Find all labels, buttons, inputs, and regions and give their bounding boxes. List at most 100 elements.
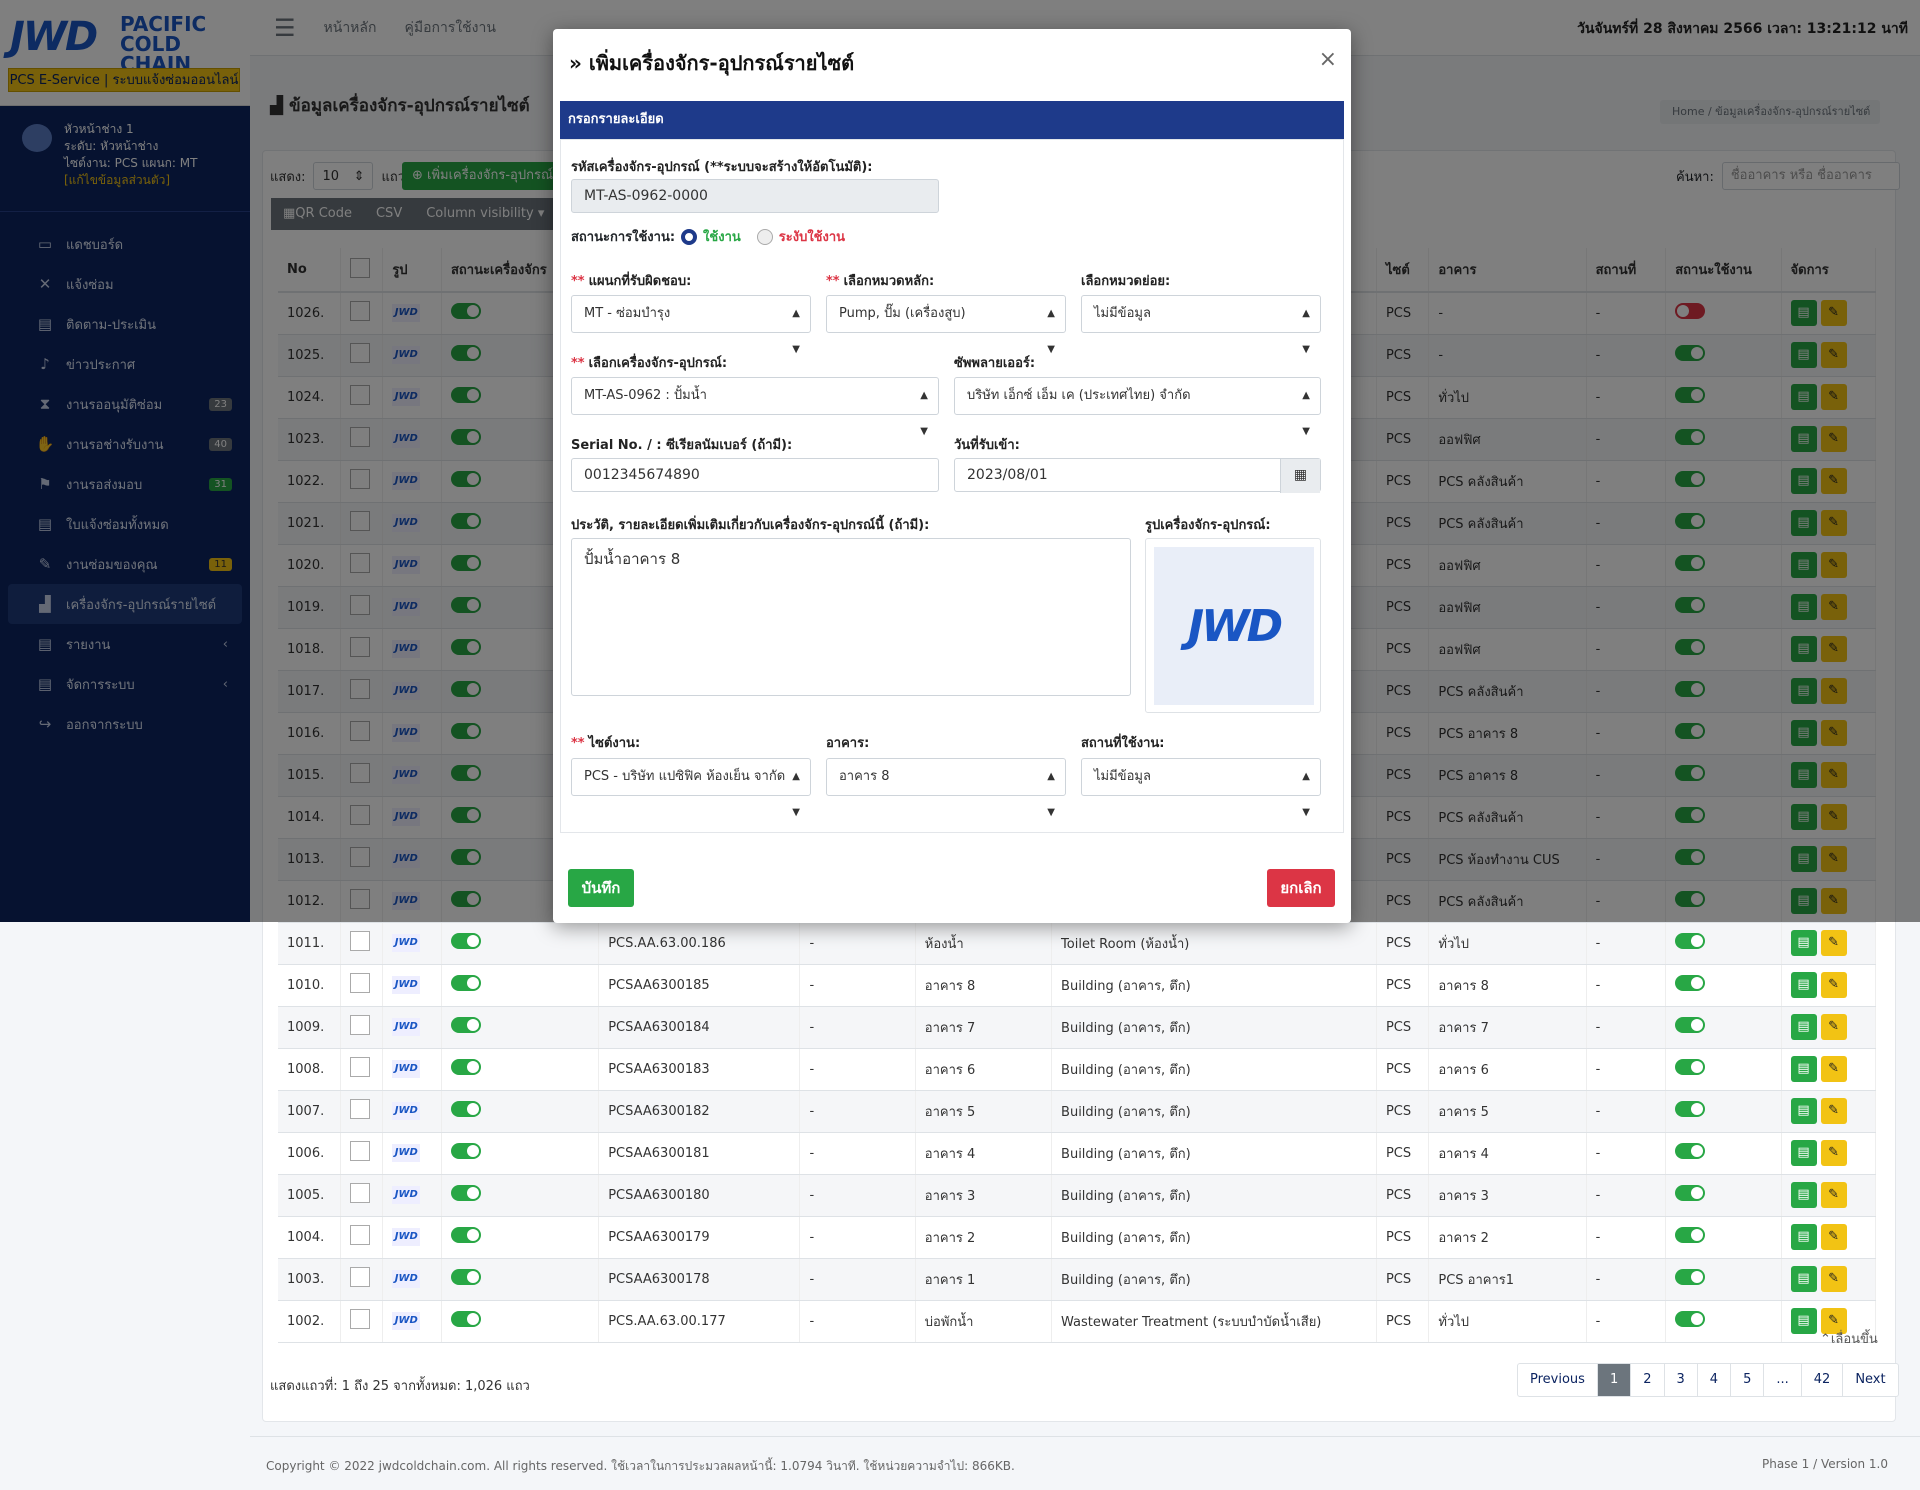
edit-pencil-icon[interactable]: ✎ (1820, 1014, 1847, 1040)
edit-pencil-icon[interactable]: ✎ (1820, 1056, 1847, 1082)
view-details-icon[interactable]: ▤ (1790, 1308, 1817, 1334)
machine-status-toggle[interactable] (451, 1185, 481, 1201)
equipment-thumbnail[interactable]: JWD (392, 1312, 421, 1330)
status-off-radio[interactable] (756, 228, 773, 245)
active-status-toggle[interactable] (1675, 1101, 1706, 1117)
view-details-icon[interactable]: ▤ (1790, 1224, 1817, 1250)
dept-select[interactable]: MT - ซ่อมบำรุง ▲ ▼ (571, 295, 811, 355)
table-row[interactable]: 1005. JWD PCSAA6300180- อาคาร 3 Building (อา… (278, 1174, 1877, 1217)
view-details-icon[interactable]: ▤ (1790, 1266, 1817, 1292)
edit-pencil-icon[interactable]: ✎ (1820, 1098, 1847, 1124)
edit-pencil-icon[interactable]: ✎ (1820, 1182, 1847, 1208)
row-checkbox[interactable] (350, 1015, 371, 1035)
row-checkbox[interactable] (350, 1225, 371, 1245)
machine-status-toggle[interactable] (451, 1269, 481, 1285)
row-checkbox[interactable] (350, 1183, 371, 1203)
row-checkbox[interactable] (350, 1309, 371, 1329)
equipment-image[interactable]: JWD (1145, 538, 1321, 713)
serial-input[interactable]: 0012345674890 (571, 458, 939, 492)
active-status-toggle[interactable] (1675, 1227, 1706, 1243)
page-link[interactable]: 2 (1631, 1364, 1665, 1396)
active-status-toggle[interactable] (1675, 933, 1706, 949)
machine-status-toggle[interactable] (451, 975, 481, 991)
view-details-icon[interactable]: ▤ (1790, 1140, 1817, 1166)
equipment-thumbnail[interactable]: JWD (392, 1018, 421, 1036)
machine-status-toggle[interactable] (451, 1059, 481, 1075)
view-details-icon[interactable]: ▤ (1790, 1182, 1817, 1208)
machine-status-toggle[interactable] (451, 1311, 481, 1327)
table-row[interactable]: 1006. JWD PCSAA6300181- อาคาร 4 Building (อา… (278, 1132, 1877, 1175)
page-link[interactable]: 42 (1802, 1364, 1844, 1396)
page-link[interactable]: 4 (1698, 1364, 1732, 1396)
equipment-thumbnail[interactable]: JWD (392, 1144, 421, 1162)
active-status-toggle[interactable] (1675, 975, 1706, 991)
edit-pencil-icon[interactable]: ✎ (1820, 972, 1847, 998)
edit-pencil-icon[interactable]: ✎ (1820, 930, 1847, 956)
view-details-icon[interactable]: ▤ (1790, 1014, 1817, 1040)
location-select[interactable]: ไม่มีข้อมูล ▲ ▼ (1081, 758, 1321, 818)
equipment-thumbnail[interactable]: JWD (392, 1186, 421, 1204)
machine-status-toggle[interactable] (451, 1227, 481, 1243)
calendar-icon[interactable]: ▦ (1280, 459, 1320, 493)
site-select[interactable]: PCS - บริษัท แปซิฟิค ห้องเย็น จากัด ▲ ▼ (571, 758, 811, 818)
view-details-icon[interactable]: ▤ (1790, 1056, 1817, 1082)
machine-status-toggle[interactable] (451, 1143, 481, 1159)
page-link[interactable]: 3 (1665, 1364, 1698, 1396)
active-status-toggle[interactable] (1675, 1185, 1706, 1201)
status-on-label[interactable]: ใช้งาน (703, 226, 741, 247)
row-checkbox[interactable] (350, 931, 371, 951)
table-row[interactable]: 1010. JWD PCSAA6300185- อาคาร 8 Building (อา… (278, 964, 1877, 1007)
date-input[interactable]: 2023/08/01 ▦ (954, 458, 1321, 493)
table-row[interactable]: 1007. JWD PCSAA6300182- อาคาร 5 Building (อา… (278, 1090, 1877, 1133)
active-status-toggle[interactable] (1675, 1269, 1706, 1285)
building-select[interactable]: อาคาร 8 ▲ ▼ (826, 758, 1066, 818)
page-link[interactable]: ... (1764, 1364, 1802, 1396)
close-icon[interactable]: × (1319, 47, 1337, 72)
machine-status-toggle[interactable] (451, 1017, 481, 1033)
equipment-thumbnail[interactable]: JWD (392, 976, 421, 994)
page-link[interactable]: 1 (1597, 1364, 1632, 1396)
row-checkbox[interactable] (350, 973, 371, 993)
equipment-thumbnail[interactable]: JWD (392, 1060, 421, 1078)
page-link[interactable]: Previous (1518, 1364, 1598, 1396)
equipment-thumbnail[interactable]: JWD (392, 1228, 421, 1246)
machine-status-toggle[interactable] (451, 1101, 481, 1117)
equipment-select[interactable]: MT-AS-0962 : ปั้มน้ำ ▲ ▼ (571, 377, 939, 437)
view-details-icon[interactable]: ▤ (1790, 1098, 1817, 1124)
subcategory-select[interactable]: ไม่มีข้อมูล ▲ ▼ (1081, 295, 1321, 355)
equipment-thumbnail[interactable]: JWD (392, 1102, 421, 1120)
page-link[interactable]: Next (1843, 1364, 1897, 1396)
view-details-icon[interactable]: ▤ (1790, 972, 1817, 998)
equipment-code: PCSAA6300184 (598, 1006, 801, 1049)
equipment-thumbnail[interactable]: JWD (392, 934, 421, 952)
equipment-thumbnail[interactable]: JWD (392, 1270, 421, 1288)
row-checkbox[interactable] (350, 1267, 371, 1287)
table-row[interactable]: 1008. JWD PCSAA6300183- อาคาร 6 Building (อา… (278, 1048, 1877, 1091)
edit-pencil-icon[interactable]: ✎ (1820, 1266, 1847, 1292)
view-details-icon[interactable]: ▤ (1790, 930, 1817, 956)
table-row[interactable]: 1009. JWD PCSAA6300184- อาคาร 7 Building (อา… (278, 1006, 1877, 1049)
active-status-toggle[interactable] (1675, 1311, 1706, 1327)
status-on-radio[interactable] (681, 228, 698, 245)
machine-status-toggle[interactable] (451, 933, 481, 949)
table-row[interactable]: 1004. JWD PCSAA6300179- อาคาร 2 Building (อา… (278, 1216, 1877, 1259)
row-checkbox[interactable] (350, 1141, 371, 1161)
edit-pencil-icon[interactable]: ✎ (1820, 1224, 1847, 1250)
table-row[interactable]: 1011. JWD PCS.AA.63.00.186- ห้องน้ำ Toilet R… (278, 922, 1877, 965)
supplier-select[interactable]: บริษัท เอ็กซ์ เอ็ม เค (ประเทศไทย) จำกัด ▲… (954, 377, 1321, 437)
back-to-top-button[interactable]: ⌃เลื่อนขึ้น (1820, 1328, 1878, 1349)
category-select[interactable]: Pump, ปั๊ม (เครื่องสูบ) ▲ ▼ (826, 295, 1066, 355)
edit-pencil-icon[interactable]: ✎ (1820, 1140, 1847, 1166)
table-row[interactable]: 1002. JWD PCS.AA.63.00.177- บ่อพักน้ำ Wastew… (278, 1300, 1877, 1343)
row-checkbox[interactable] (350, 1099, 371, 1119)
cancel-button[interactable]: ยกเลิก (1267, 869, 1335, 907)
active-status-toggle[interactable] (1675, 1017, 1706, 1033)
active-status-toggle[interactable] (1675, 1059, 1706, 1075)
status-off-label[interactable]: ระงับใช้งาน (779, 226, 845, 247)
page-link[interactable]: 5 (1731, 1364, 1765, 1396)
active-status-toggle[interactable] (1675, 1143, 1706, 1159)
save-button[interactable]: บันทึก (568, 869, 634, 907)
description-textarea[interactable]: ปั้มน้ำอาคาร 8 (571, 538, 1131, 696)
row-checkbox[interactable] (350, 1057, 371, 1077)
table-row[interactable]: 1003. JWD PCSAA6300178- อาคาร 1 Building (อา… (278, 1258, 1877, 1301)
